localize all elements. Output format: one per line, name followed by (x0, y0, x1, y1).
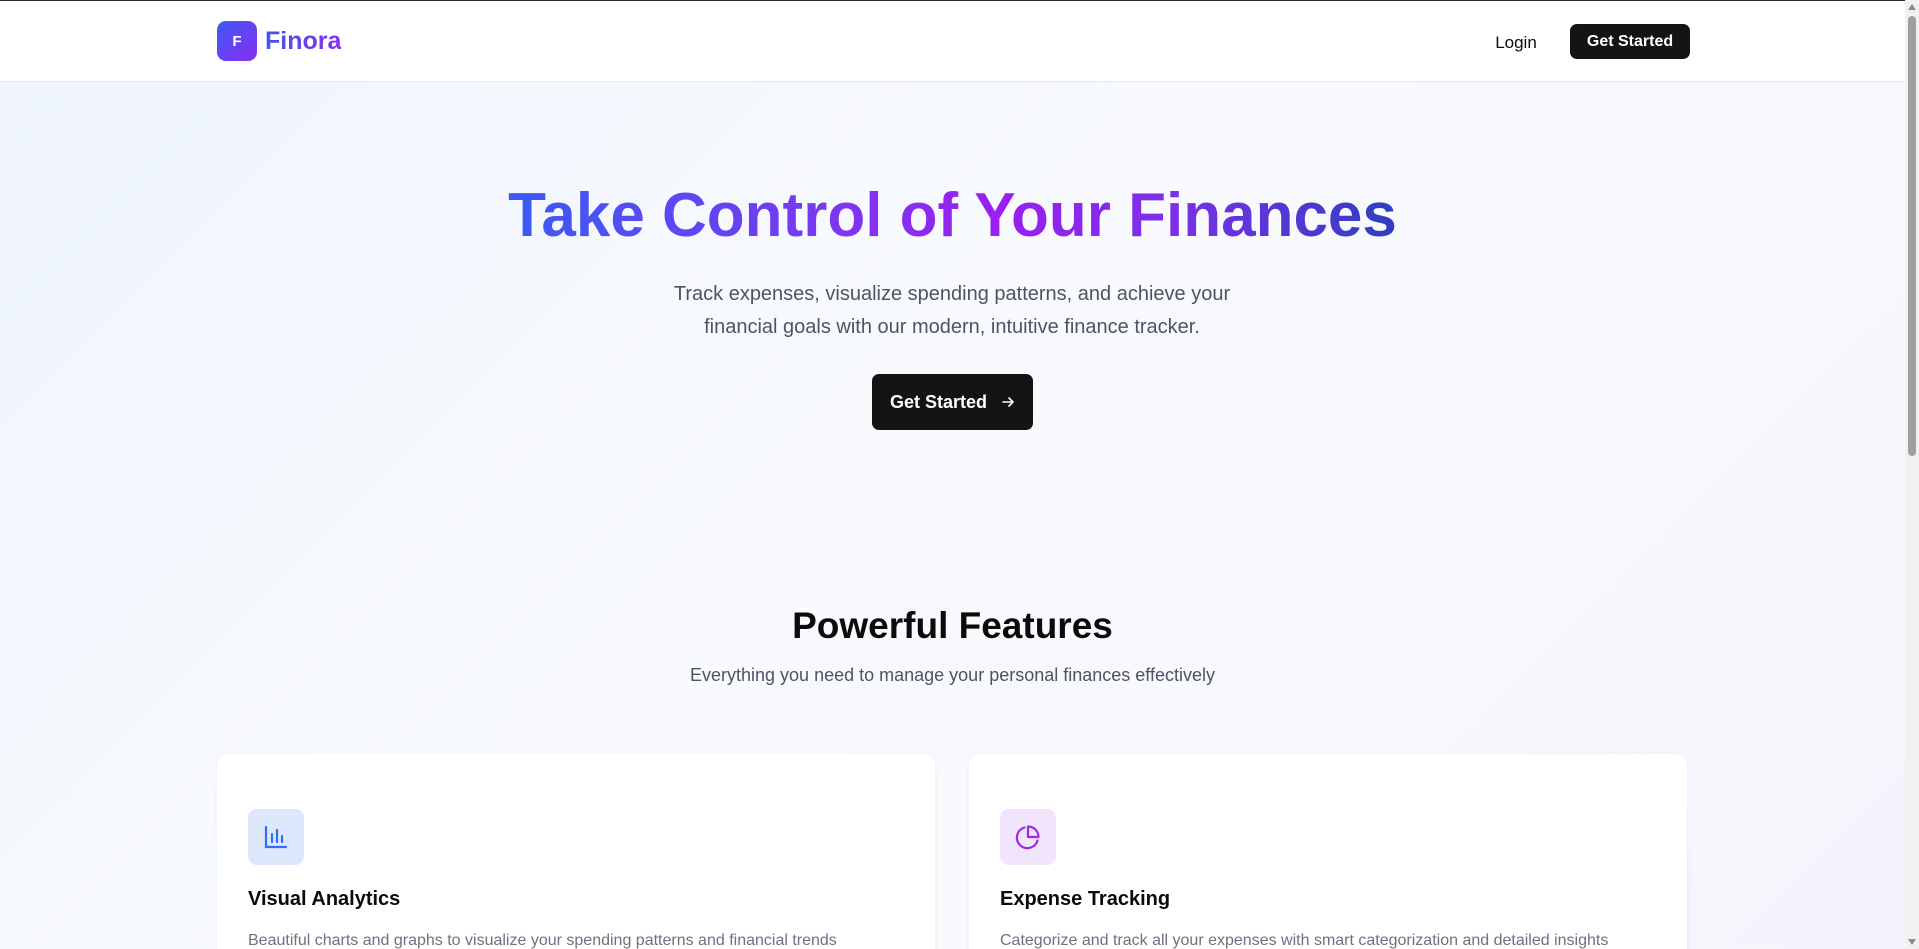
hero-cta-label: Get Started (889, 391, 988, 412)
login-button[interactable]: Login (1483, 29, 1549, 57)
hero-title: Take Control of Your Finances (0, 178, 1905, 254)
arrow-right-icon (1001, 395, 1015, 409)
feature-card-visual-analytics: Visual Analytics Beautiful charts and gr… (217, 754, 935, 949)
get-started-nav-button[interactable]: Get Started (1570, 24, 1690, 59)
feature-card-title: Visual Analytics (248, 888, 401, 910)
scroll-up-arrow-icon[interactable] (1905, 0, 1919, 14)
brand-logo: F (217, 21, 257, 61)
feature-card-description: Categorize and track all your expenses w… (1000, 932, 1609, 949)
pie-chart-icon (1000, 809, 1056, 865)
bar-chart-icon (248, 809, 304, 865)
features-subtitle: Everything you need to manage your perso… (690, 665, 1215, 685)
brand-name: Finora (265, 26, 342, 55)
brand[interactable]: F Finora (217, 21, 341, 61)
feature-card-title: Expense Tracking (1000, 888, 1171, 910)
features-title: Powerful Features (792, 605, 1113, 646)
feature-card-description: Beautiful charts and graphs to visualize… (248, 932, 837, 949)
hero-title-text: Take Control of Your Finances (508, 181, 1397, 250)
scrollbar-thumb[interactable] (1908, 16, 1916, 456)
hero-subtitle: Track expenses, visualize spending patte… (673, 283, 1231, 338)
get-started-hero-button[interactable]: Get Started (872, 374, 1033, 430)
feature-card-expense-tracking: Expense Tracking Categorize and track al… (969, 754, 1687, 949)
scroll-down-arrow-icon[interactable] (1905, 935, 1919, 949)
navbar: F Finora Login Get Started (0, 1, 1905, 82)
brand-logo-initial: F (232, 32, 242, 50)
